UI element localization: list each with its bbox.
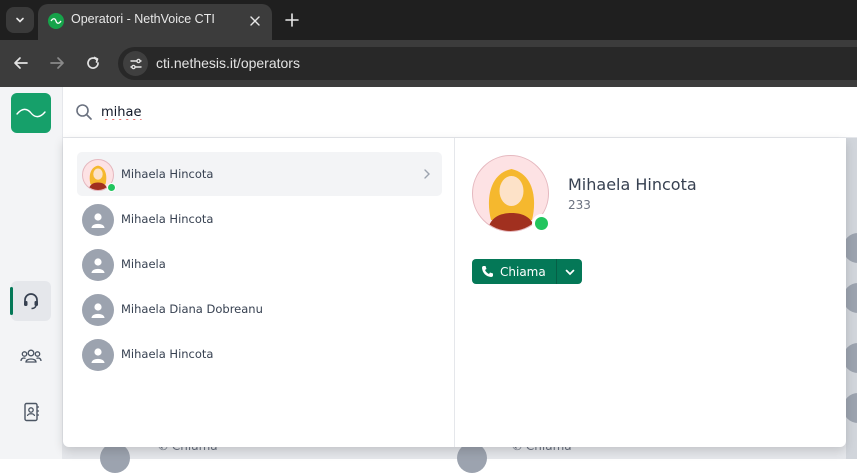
result-item[interactable]: Mihaela Hincota xyxy=(77,152,442,196)
site-settings-button[interactable] xyxy=(123,51,148,76)
sidebar-item-operators[interactable] xyxy=(10,281,51,321)
background-avatar xyxy=(457,443,487,473)
back-button[interactable] xyxy=(9,51,33,75)
background-avatar xyxy=(100,443,130,473)
chevron-down-icon xyxy=(565,269,574,275)
contact-detail-panel: Mihaela Hincota 233 Chiama xyxy=(455,138,846,447)
new-tab-button[interactable] xyxy=(281,9,303,31)
users-icon xyxy=(20,349,42,363)
call-options-button[interactable] xyxy=(557,259,582,284)
browser-tab[interactable]: Operatori - NethVoice CTI xyxy=(38,4,272,40)
reload-icon xyxy=(87,56,99,69)
user-placeholder-icon xyxy=(91,213,105,228)
result-name: Mihaela Hincota xyxy=(121,212,214,226)
result-item[interactable]: Mihaela Hincota xyxy=(77,197,442,241)
address-book-icon xyxy=(24,402,39,422)
search-input[interactable] xyxy=(101,101,701,123)
tab-close-button[interactable] xyxy=(246,12,264,30)
tab-title: Operatori - NethVoice CTI xyxy=(71,12,215,26)
avatar xyxy=(82,294,114,326)
tab-search-button[interactable] xyxy=(6,7,34,33)
call-button-label: Chiama xyxy=(500,264,546,279)
results-list: Mihaela Hincota Mihaela Hincota Mihaela … xyxy=(63,138,455,447)
search-results-dropdown: Mihaela Hincota Mihaela Hincota Mihaela … xyxy=(63,138,846,447)
nethvoice-logo[interactable] xyxy=(11,93,51,133)
result-name: Mihaela Hincota xyxy=(121,167,214,181)
chevron-right-icon xyxy=(424,169,430,179)
forward-button[interactable] xyxy=(45,51,69,75)
result-item[interactable]: Mihaela Hincota xyxy=(77,332,442,376)
avatar xyxy=(82,339,114,371)
wave-logo-icon xyxy=(16,108,46,118)
result-item[interactable]: Mihaela xyxy=(77,242,442,286)
close-icon xyxy=(250,16,260,26)
search-icon xyxy=(76,104,92,120)
sidebar-item-groups[interactable] xyxy=(11,336,51,376)
app-root: ✆ Chiama ✆ Chiama xyxy=(0,87,857,473)
call-button[interactable]: Chiama xyxy=(472,259,556,284)
nethvoice-favicon-icon xyxy=(48,13,64,29)
result-name: Mihaela xyxy=(121,257,166,271)
browser-tabstrip: Operatori - NethVoice CTI xyxy=(0,0,857,40)
online-status-dot xyxy=(107,183,116,192)
plus-icon xyxy=(285,13,299,27)
headset-icon xyxy=(24,293,38,310)
arrow-left-icon xyxy=(14,57,28,69)
arrow-right-icon xyxy=(50,57,64,69)
user-placeholder-icon xyxy=(91,258,105,273)
chevron-down-icon xyxy=(16,17,24,23)
url-text: cti.nethesis.it/operators xyxy=(156,55,300,71)
result-item[interactable]: Mihaela Diana Dobreanu xyxy=(77,287,442,331)
address-bar[interactable]: cti.nethesis.it/operators xyxy=(118,47,857,80)
call-button-group: Chiama xyxy=(472,259,582,284)
contact-extension: 233 xyxy=(568,198,591,212)
contact-name: Mihaela Hincota xyxy=(568,175,697,194)
avatar xyxy=(82,204,114,236)
avatar xyxy=(82,249,114,281)
sidebar xyxy=(0,87,63,459)
online-status-dot xyxy=(532,214,551,233)
reload-button[interactable] xyxy=(81,51,105,75)
global-search-bar xyxy=(63,87,857,138)
result-name: Mihaela Diana Dobreanu xyxy=(121,302,263,316)
user-placeholder-icon xyxy=(91,303,105,318)
tune-icon xyxy=(129,58,142,69)
sidebar-item-phonebook[interactable] xyxy=(11,392,51,432)
user-placeholder-icon xyxy=(91,348,105,363)
browser-toolbar: cti.nethesis.it/operators xyxy=(0,40,857,87)
phone-icon xyxy=(482,266,493,277)
result-name: Mihaela Hincota xyxy=(121,347,214,361)
